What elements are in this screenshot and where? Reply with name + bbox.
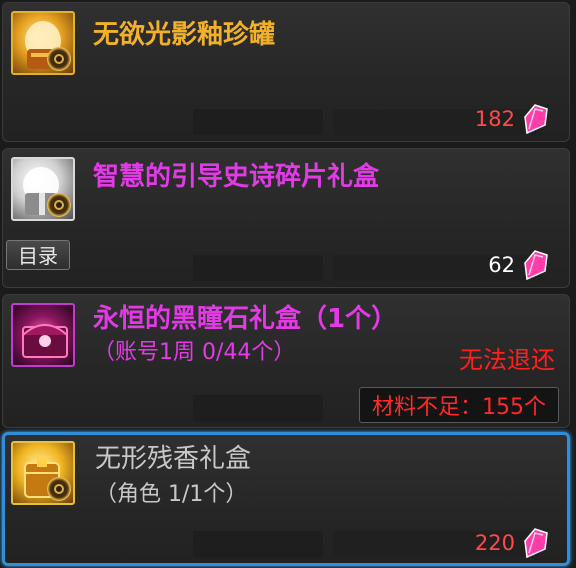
shop-item-3[interactable]: 永恒的黑瞳石礼盒（1个） （账号1周 0/44个） 无法退还 材料不足： 155… xyxy=(2,294,570,428)
price-area: 62 xyxy=(488,249,551,281)
item-name: 智慧的引导史诗碎片礼盒 xyxy=(93,162,380,192)
shop-item-2[interactable]: 智慧的引导史诗碎片礼盒 62 xyxy=(2,148,570,288)
item-limit: （账号1周 0/44个） xyxy=(93,340,296,365)
insufficient-material-box: 材料不足： 155个 xyxy=(358,387,559,423)
seal-icon xyxy=(47,47,71,71)
chest-icon xyxy=(11,303,75,367)
seal-icon xyxy=(47,477,71,501)
price-slot xyxy=(193,531,323,557)
gold-box-icon xyxy=(11,441,75,505)
shortage-value: 155个 xyxy=(482,395,546,420)
shop-item-1[interactable]: 无欲光影釉珍罐 182 xyxy=(2,2,570,142)
price-area: 182 xyxy=(475,103,551,135)
pink-crystal-icon xyxy=(524,104,548,135)
price-slot xyxy=(193,395,323,421)
catalog-tab[interactable]: 目录 xyxy=(6,240,70,270)
price-slot xyxy=(193,255,323,281)
pink-crystal-icon xyxy=(524,250,548,281)
price-value: 62 xyxy=(488,253,515,277)
pink-crystal-icon xyxy=(524,528,548,559)
price-slot xyxy=(193,109,323,135)
price-value: 220 xyxy=(474,531,515,555)
item-name: 无形残香礼盒 xyxy=(95,444,252,474)
shortage-label: 材料不足： xyxy=(371,395,482,420)
item-limit: （角色 1/1个） xyxy=(95,482,248,507)
shop-item-4[interactable]: 无形残香礼盒 （角色 1/1个） 220 xyxy=(2,432,570,566)
item-name: 永恒的黑瞳石礼盒（1个） xyxy=(93,304,398,334)
item-name: 无欲光影釉珍罐 xyxy=(93,20,276,50)
price-value: 182 xyxy=(474,107,515,131)
price-area: 220 xyxy=(475,527,551,559)
seal-icon xyxy=(47,193,71,217)
non-refundable-warning: 无法退还 xyxy=(459,346,555,374)
gift-box-icon xyxy=(11,157,75,221)
jar-icon xyxy=(11,11,75,75)
